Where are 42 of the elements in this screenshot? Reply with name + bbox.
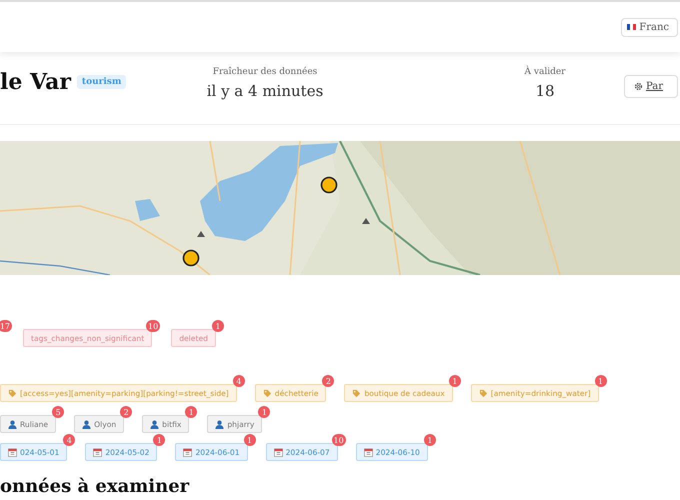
count-badge: 2 <box>322 375 334 387</box>
count-badge: 1 <box>153 434 166 446</box>
user-icon <box>215 420 224 428</box>
count-badge: 1 <box>448 375 461 387</box>
calendar-icon <box>8 448 17 456</box>
count-badge: 10 <box>146 320 160 332</box>
count-badge: 1 <box>185 406 198 418</box>
count-badge: 2 <box>120 406 132 418</box>
count-badge: 1 <box>258 406 270 418</box>
settings-button[interactable]: Par <box>624 74 678 98</box>
tag-icon <box>8 388 17 398</box>
language-button[interactable]: Franc <box>621 18 678 36</box>
count-badge: 10 <box>332 434 346 446</box>
settings-icon <box>634 82 643 90</box>
section-heading: onnées à examiner <box>0 476 190 497</box>
theme-badge: tourism <box>76 75 126 89</box>
calendar-icon <box>93 448 102 456</box>
tag-icon <box>352 388 362 398</box>
count-badge: 1 <box>244 434 256 446</box>
calendar-icon <box>364 448 373 456</box>
calendar-icon <box>183 448 192 456</box>
count-badge: 17 <box>0 320 12 332</box>
tag-icon <box>478 388 488 398</box>
stat-label: Fraîcheur des données <box>212 66 318 76</box>
user-icon <box>150 420 160 428</box>
count-badge: 1 <box>212 320 224 332</box>
count-badge: 5 <box>52 406 64 418</box>
user-icon <box>82 420 92 428</box>
stat-value: 18 <box>535 82 555 100</box>
stat-label: À valider <box>524 66 566 76</box>
stat-value: il y a 4 minutes <box>206 82 324 100</box>
map-marker[interactable] <box>182 250 200 266</box>
calendar-icon <box>274 448 283 456</box>
tag-icon <box>262 388 272 398</box>
count-badge: 1 <box>594 375 607 387</box>
count-badge: 4 <box>63 434 76 446</box>
user-icon <box>8 420 17 428</box>
page-title: le Var <box>0 69 71 95</box>
map-marker[interactable] <box>320 176 338 194</box>
flag-icon <box>627 24 636 30</box>
count-badge: 4 <box>232 375 245 387</box>
count-badge: 1 <box>424 434 436 446</box>
